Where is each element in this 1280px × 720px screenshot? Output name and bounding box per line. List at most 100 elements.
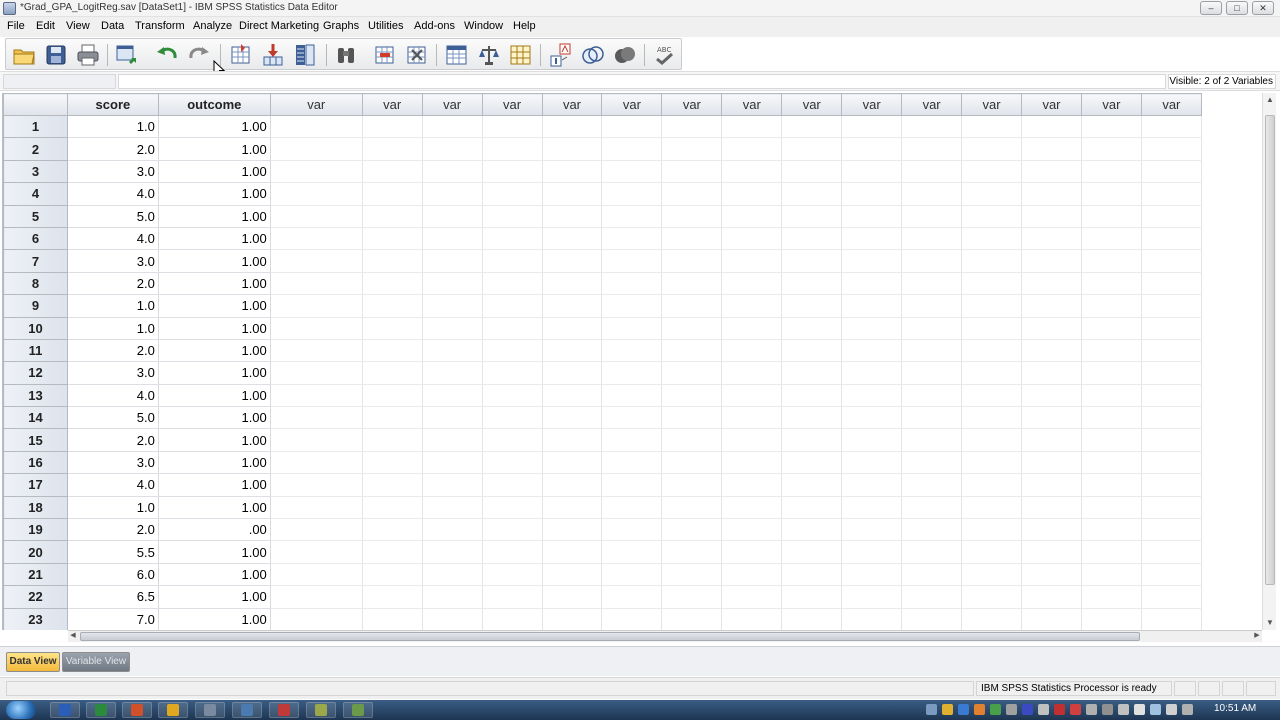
- empty-cell[interactable]: [841, 227, 903, 251]
- empty-cell[interactable]: [841, 137, 903, 161]
- tab-data-view[interactable]: Data View: [6, 652, 60, 672]
- empty-cell[interactable]: [901, 384, 963, 408]
- taskbar-app-icon[interactable]: [195, 702, 225, 718]
- empty-cell[interactable]: [1021, 361, 1082, 385]
- insert-variable-icon[interactable]: [404, 42, 430, 68]
- empty-cell[interactable]: [601, 563, 663, 587]
- empty-cell[interactable]: [422, 608, 483, 630]
- empty-cell[interactable]: [901, 249, 963, 273]
- empty-cell[interactable]: [482, 563, 543, 587]
- empty-cell[interactable]: [661, 182, 723, 206]
- row-number[interactable]: 8: [3, 271, 68, 296]
- menu-window[interactable]: Window: [464, 20, 503, 32]
- empty-cell[interactable]: [270, 317, 363, 340]
- empty-cell[interactable]: [362, 496, 423, 520]
- empty-variable-header[interactable]: var: [781, 93, 843, 116]
- empty-cell[interactable]: [482, 249, 543, 273]
- empty-cell[interactable]: [362, 160, 423, 184]
- empty-cell[interactable]: [901, 496, 963, 520]
- data-cell-outcome[interactable]: 1.00: [158, 361, 271, 385]
- empty-cell[interactable]: [661, 272, 723, 296]
- data-cell-outcome[interactable]: 1.00: [158, 540, 271, 564]
- empty-cell[interactable]: [1141, 384, 1202, 408]
- empty-cell[interactable]: [781, 227, 843, 251]
- empty-cell[interactable]: [781, 451, 843, 475]
- empty-cell[interactable]: [1021, 339, 1082, 363]
- row-number[interactable]: 4: [3, 182, 68, 206]
- empty-cell[interactable]: [270, 182, 363, 206]
- empty-cell[interactable]: [422, 205, 483, 228]
- empty-cell[interactable]: [721, 406, 783, 430]
- empty-cell[interactable]: [901, 294, 963, 318]
- empty-cell[interactable]: [362, 182, 423, 206]
- empty-cell[interactable]: [721, 540, 783, 564]
- empty-cell[interactable]: [601, 518, 663, 542]
- empty-cell[interactable]: [961, 294, 1022, 318]
- close-button[interactable]: ✕: [1252, 1, 1274, 15]
- empty-cell[interactable]: [601, 428, 663, 452]
- weight-cases-icon[interactable]: [476, 42, 502, 68]
- empty-cell[interactable]: [601, 227, 663, 251]
- empty-cell[interactable]: [961, 361, 1022, 385]
- row-number[interactable]: 12: [3, 361, 68, 385]
- data-cell-score[interactable]: 4.0: [67, 227, 159, 251]
- empty-cell[interactable]: [362, 227, 423, 251]
- empty-cell[interactable]: [270, 205, 363, 228]
- tray-icon[interactable]: [958, 704, 969, 715]
- empty-cell[interactable]: [482, 160, 543, 184]
- empty-variable-header[interactable]: var: [661, 93, 723, 116]
- data-cell-outcome[interactable]: .00: [158, 518, 271, 542]
- empty-cell[interactable]: [482, 496, 543, 520]
- row-number[interactable]: 23: [3, 607, 68, 630]
- empty-cell[interactable]: [721, 473, 783, 497]
- data-cell-outcome[interactable]: 1.00: [158, 317, 271, 340]
- empty-cell[interactable]: [362, 451, 423, 475]
- empty-cell[interactable]: [661, 361, 723, 385]
- empty-cell[interactable]: [841, 473, 903, 497]
- empty-cell[interactable]: [721, 160, 783, 184]
- empty-cell[interactable]: [841, 563, 903, 587]
- data-cell-outcome[interactable]: 1.00: [158, 608, 271, 630]
- cell-value-input[interactable]: [118, 74, 1166, 89]
- empty-cell[interactable]: [542, 451, 603, 475]
- empty-cell[interactable]: [270, 227, 363, 251]
- empty-cell[interactable]: [362, 294, 423, 318]
- empty-cell[interactable]: [901, 115, 963, 139]
- empty-cell[interactable]: [1021, 608, 1082, 630]
- data-cell-score[interactable]: 2.0: [67, 428, 159, 452]
- empty-cell[interactable]: [901, 272, 963, 296]
- empty-cell[interactable]: [270, 249, 363, 273]
- undo-icon[interactable]: [154, 42, 180, 68]
- row-number[interactable]: 9: [3, 294, 68, 318]
- scroll-right-icon[interactable]: ▶: [1252, 631, 1262, 641]
- tray-flag-icon[interactable]: [1134, 704, 1145, 715]
- empty-variable-header[interactable]: var: [601, 93, 663, 116]
- empty-cell[interactable]: [1081, 227, 1142, 251]
- empty-variable-header[interactable]: var: [721, 93, 783, 116]
- empty-cell[interactable]: [961, 540, 1022, 564]
- empty-cell[interactable]: [661, 540, 723, 564]
- variables-icon[interactable]: [292, 42, 318, 68]
- empty-cell[interactable]: [270, 384, 363, 408]
- empty-cell[interactable]: [422, 384, 483, 408]
- vertical-scrollbar[interactable]: ▲ ▼: [1262, 93, 1276, 630]
- empty-cell[interactable]: [781, 182, 843, 206]
- save-icon[interactable]: [43, 42, 69, 68]
- empty-cell[interactable]: [542, 227, 603, 251]
- empty-cell[interactable]: [1081, 339, 1142, 363]
- empty-cell[interactable]: [270, 518, 363, 542]
- empty-cell[interactable]: [601, 608, 663, 630]
- empty-cell[interactable]: [661, 294, 723, 318]
- empty-cell[interactable]: [781, 384, 843, 408]
- empty-cell[interactable]: [661, 563, 723, 587]
- row-number[interactable]: 21: [3, 562, 68, 587]
- empty-cell[interactable]: [721, 137, 783, 161]
- empty-cell[interactable]: [1081, 518, 1142, 542]
- empty-cell[interactable]: [961, 205, 1022, 228]
- horizontal-scroll-thumb[interactable]: [80, 632, 1140, 641]
- empty-cell[interactable]: [961, 137, 1022, 161]
- empty-cell[interactable]: [542, 317, 603, 340]
- menu-direct-marketing[interactable]: Direct Marketing: [239, 20, 319, 32]
- menu-transform[interactable]: Transform: [135, 20, 185, 32]
- empty-cell[interactable]: [422, 294, 483, 318]
